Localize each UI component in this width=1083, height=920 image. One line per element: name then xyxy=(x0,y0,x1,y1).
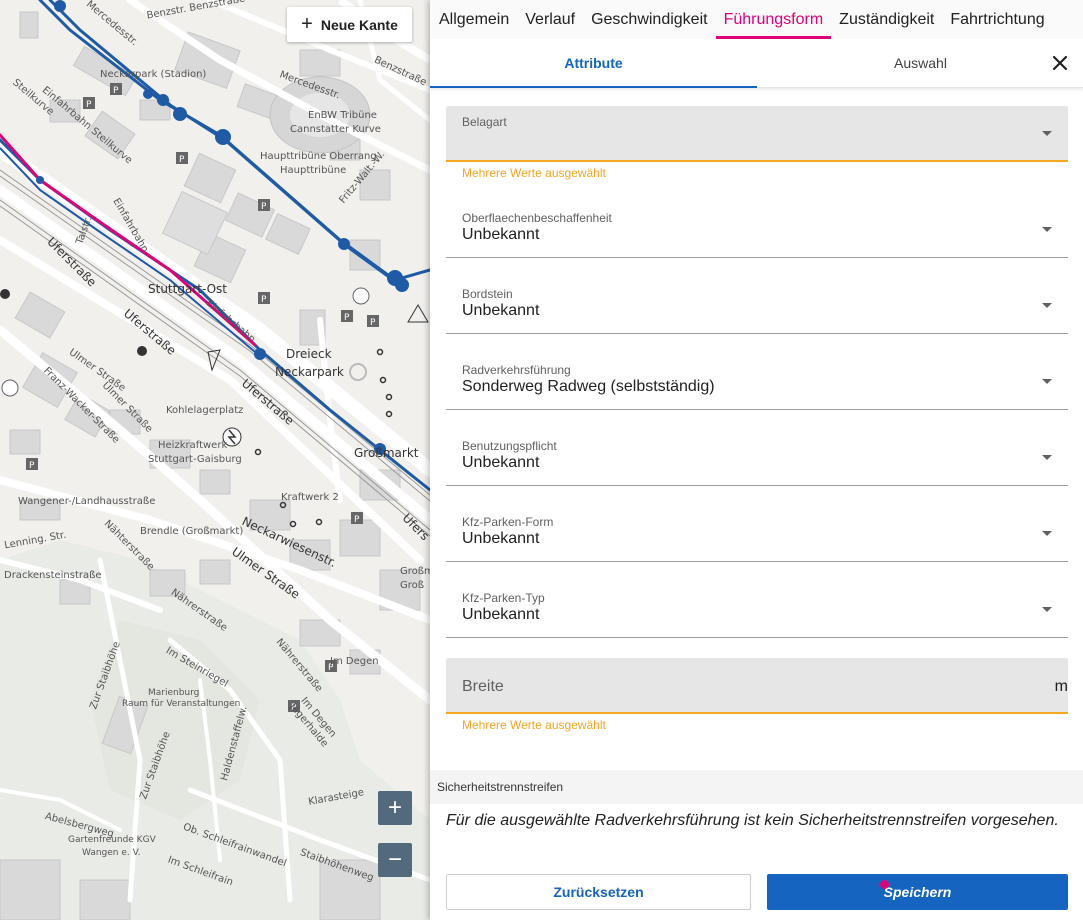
tab-geschwindigkeit[interactable]: Geschwindigkeit xyxy=(583,0,716,39)
breite-placeholder: Breite xyxy=(462,678,504,695)
map-view[interactable]: P P P P P P P P P P P Benzstr. Benzstraß… xyxy=(0,0,430,920)
svg-text:P: P xyxy=(328,663,334,673)
kfz-parken-form-select[interactable]: Kfz-Parken-Form Unbekannt xyxy=(446,506,1068,562)
belagart-select[interactable]: Belagart xyxy=(446,106,1068,162)
field-value: Unbekannt xyxy=(462,606,540,623)
plus-icon: + xyxy=(301,12,313,35)
svg-text:P: P xyxy=(354,515,360,525)
field-value: Unbekannt xyxy=(462,302,540,319)
map-canvas[interactable]: P P P P P P P P P P P xyxy=(0,0,430,920)
field-label: Benutzungspflicht xyxy=(462,439,557,453)
field-label: Belagart xyxy=(462,115,507,129)
new-edge-label: Neue Kante xyxy=(320,16,398,33)
reset-button[interactable]: Zurücksetzen xyxy=(446,874,751,910)
svg-text:P: P xyxy=(370,318,376,328)
svg-text:P: P xyxy=(291,703,297,713)
bordstein-select[interactable]: Bordstein Unbekannt xyxy=(446,278,1068,334)
section-note: Für die ausgewählte Radverkehrsführung i… xyxy=(446,812,1059,829)
sub-tabs: Attribute Auswahl xyxy=(430,39,1083,88)
subtab-attribute[interactable]: Attribute xyxy=(430,39,757,88)
field-label: Kfz-Parken-Form xyxy=(462,515,554,529)
zoom-out-button[interactable]: − xyxy=(378,843,412,877)
field-label: Kfz-Parken-Typ xyxy=(462,591,545,605)
field-value: Sonderweg Radweg (selbstständig) xyxy=(462,378,715,395)
section-title: Sicherheitstrennstreifen xyxy=(430,770,1083,804)
subtab-auswahl[interactable]: Auswahl xyxy=(757,39,1083,87)
tab-allgemein[interactable]: Allgemein xyxy=(430,0,517,39)
save-label: Speichern xyxy=(883,884,952,900)
minus-icon: − xyxy=(387,846,402,873)
svg-text:P: P xyxy=(261,295,267,305)
radverkehrsfuehrung-select[interactable]: Radverkehrsführung Sonderweg Radweg (sel… xyxy=(446,354,1068,410)
svg-text:P: P xyxy=(179,155,185,165)
dropdown-arrow-icon xyxy=(1042,131,1052,136)
dropdown-arrow-icon xyxy=(1042,227,1052,232)
dropdown-arrow-icon xyxy=(1042,379,1052,384)
field-hint: Mehrere Werte ausgewählt xyxy=(462,166,606,180)
main-tabs: Allgemein Verlauf Geschwindigkeit Führun… xyxy=(430,0,1083,39)
benutzungspflicht-select[interactable]: Benutzungspflicht Unbekannt xyxy=(446,430,1068,486)
tab-fahrtrichtung[interactable]: Fahrtrichtung xyxy=(942,0,1052,39)
field-value: Unbekannt xyxy=(462,530,540,547)
zoom-in-button[interactable]: + xyxy=(378,791,412,825)
new-edge-button[interactable]: + Neue Kante xyxy=(287,7,412,42)
breite-input[interactable]: Breite m xyxy=(446,658,1068,714)
oberflaeche-select[interactable]: Oberflaechenbeschaffenheit Unbekannt xyxy=(446,202,1068,258)
dropdown-arrow-icon xyxy=(1042,455,1052,460)
focus-indicator xyxy=(880,880,889,889)
breite-unit: m xyxy=(1054,678,1068,695)
field-hint: Mehrere Werte ausgewählt xyxy=(462,718,606,732)
field-label: Bordstein xyxy=(462,287,513,301)
attribute-form: Belagart Mehrere Werte ausgewählt Oberfl… xyxy=(446,106,1068,734)
field-label: Oberflaechenbeschaffenheit xyxy=(462,211,612,225)
edit-panel: Allgemein Verlauf Geschwindigkeit Führun… xyxy=(430,0,1083,920)
dropdown-arrow-icon xyxy=(1042,303,1052,308)
svg-text:P: P xyxy=(86,100,92,110)
dropdown-arrow-icon xyxy=(1042,531,1052,536)
plus-icon: + xyxy=(387,794,402,821)
field-value: Unbekannt xyxy=(462,226,540,243)
save-button[interactable]: Speichern xyxy=(767,874,1068,910)
tab-verlauf[interactable]: Verlauf xyxy=(517,0,583,39)
svg-text:P: P xyxy=(344,313,350,323)
tab-fuehrungsform[interactable]: Führungsform xyxy=(715,0,832,39)
field-label: Radverkehrsführung xyxy=(462,363,571,377)
close-icon[interactable] xyxy=(1049,52,1071,74)
svg-text:P: P xyxy=(261,202,267,212)
svg-text:P: P xyxy=(113,86,119,96)
svg-text:P: P xyxy=(29,461,35,471)
kfz-parken-typ-select[interactable]: Kfz-Parken-Typ Unbekannt xyxy=(446,582,1068,638)
field-value: Unbekannt xyxy=(462,454,540,471)
dropdown-arrow-icon xyxy=(1042,607,1052,612)
tab-zustaendigkeit[interactable]: Zuständigkeit xyxy=(831,0,942,39)
